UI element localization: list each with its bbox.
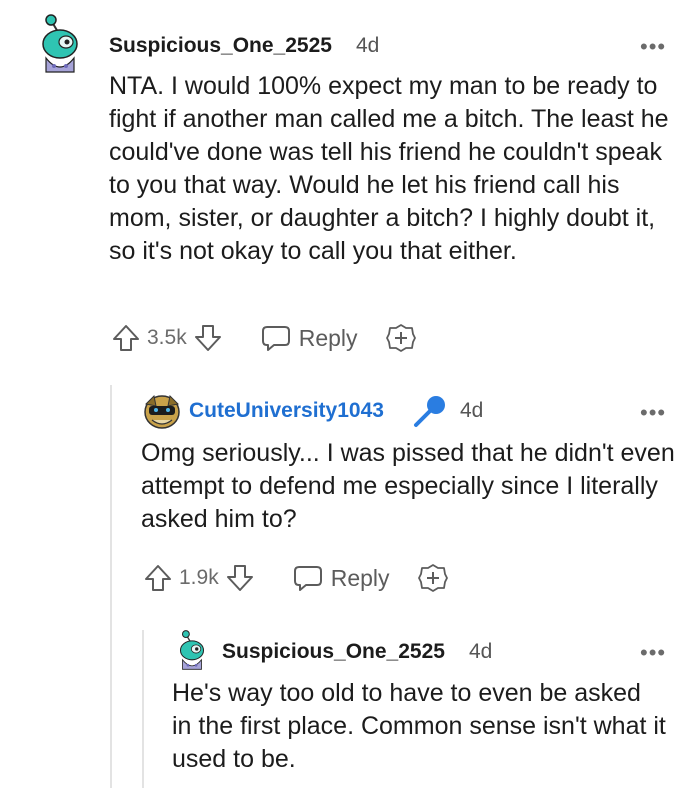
upvote-icon[interactable] <box>143 563 173 593</box>
reply-label: Reply <box>298 324 358 351</box>
reply-button[interactable]: Reply <box>261 324 358 352</box>
comment-actions: 3.5k Reply <box>111 322 416 354</box>
microphone-icon <box>414 396 445 427</box>
reply-icon <box>293 566 322 591</box>
timestamp: 4d <box>460 399 484 422</box>
thread-line[interactable] <box>110 385 112 788</box>
comment-body: He's way too old to have to even be aske… <box>172 679 666 773</box>
award-icon[interactable] <box>417 563 448 593</box>
username[interactable]: Suspicious_One_2525 <box>222 640 445 664</box>
reply-icon <box>261 326 290 351</box>
thread-line[interactable] <box>142 630 144 788</box>
avatar[interactable] <box>174 630 210 672</box>
avatar[interactable] <box>38 14 82 76</box>
vote-count: 3.5k <box>147 326 187 349</box>
comment-body: NTA. I would 100% expect my man to be re… <box>109 72 669 265</box>
award-icon[interactable] <box>385 323 416 353</box>
timestamp: 4d <box>356 34 380 57</box>
timestamp: 4d <box>469 640 493 663</box>
username[interactable]: CuteUniversity1043 <box>189 399 384 423</box>
more-options-icon[interactable]: ••• <box>640 642 666 664</box>
reply-label: Reply <box>330 564 390 591</box>
username[interactable]: Suspicious_One_2525 <box>109 34 332 58</box>
more-options-icon[interactable]: ••• <box>640 36 666 58</box>
avatar[interactable] <box>142 392 182 430</box>
reply-button[interactable]: Reply <box>293 564 390 592</box>
more-options-icon[interactable]: ••• <box>640 402 666 424</box>
downvote-icon[interactable] <box>225 563 255 593</box>
upvote-icon[interactable] <box>111 323 141 353</box>
downvote-icon[interactable] <box>193 323 223 353</box>
comment-body: Omg seriously... I was pissed that he di… <box>141 439 675 533</box>
comment-actions: 1.9k Reply <box>143 562 448 594</box>
vote-count: 1.9k <box>179 566 219 589</box>
